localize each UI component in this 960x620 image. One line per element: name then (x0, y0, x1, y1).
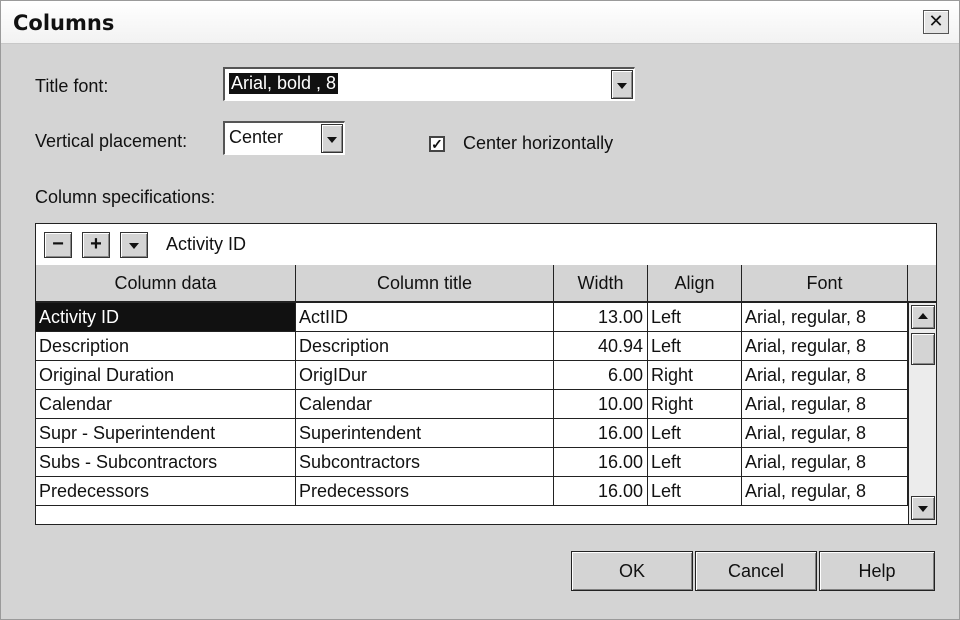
cell-width[interactable]: 13.00 (554, 303, 648, 331)
cell-font[interactable]: Arial, regular, 8 (742, 448, 908, 476)
cell-width[interactable]: 10.00 (554, 390, 648, 418)
cell-width[interactable]: 16.00 (554, 477, 648, 505)
help-button[interactable]: Help (819, 551, 935, 591)
center-horizontally-label: Center horizontally (463, 133, 614, 153)
scroll-thumb[interactable] (911, 333, 935, 365)
scroll-down-button[interactable] (911, 496, 935, 520)
title-font-combobox[interactable]: Arial, bold , 8 (223, 67, 635, 101)
cell-font[interactable]: Arial, regular, 8 (742, 303, 908, 331)
cell-font[interactable]: Arial, regular, 8 (742, 361, 908, 389)
arrow-down-icon (918, 506, 928, 512)
center-horizontally-checkbox[interactable]: ✓ (429, 136, 445, 152)
cell-column-title[interactable]: Subcontractors (296, 448, 554, 476)
title-bar[interactable]: Columns ✕ (1, 1, 959, 44)
table-row[interactable]: Predecessors Predecessors 16.00 Left Arial, … (36, 477, 908, 506)
title-font-dropdown-button[interactable] (611, 70, 633, 99)
cell-font[interactable]: Arial, regular, 8 (742, 477, 908, 505)
cell-font[interactable]: Arial, regular, 8 (742, 332, 908, 360)
current-column-edit[interactable]: Activity ID (166, 234, 246, 255)
title-font-value: Arial, bold , 8 (229, 73, 339, 94)
cancel-button[interactable]: Cancel (695, 551, 817, 591)
cell-width[interactable]: 16.00 (554, 419, 648, 447)
checkmark-icon: ✓ (431, 136, 443, 152)
column-picker-dropdown-button[interactable] (120, 232, 148, 258)
cell-align[interactable]: Left (648, 303, 742, 331)
cell-width[interactable]: 40.94 (554, 332, 648, 360)
cell-font[interactable]: Arial, regular, 8 (742, 390, 908, 418)
title-font-label-text: Title font: (35, 76, 109, 96)
cell-column-data[interactable]: Subs - Subcontractors (36, 448, 296, 476)
grid-header: Column data Column title Width Align Fon… (36, 265, 936, 303)
arrow-up-icon (918, 313, 928, 319)
header-align[interactable]: Align (648, 265, 742, 301)
cell-align[interactable]: Right (648, 390, 742, 418)
cell-column-data[interactable]: Supr - Superintendent (36, 419, 296, 447)
cell-column-data[interactable]: Predecessors (36, 477, 296, 505)
cell-width[interactable]: 16.00 (554, 448, 648, 476)
table-row[interactable]: Subs - Subcontractors Subcontractors 16.00… (36, 448, 908, 477)
remove-column-button[interactable]: − (44, 232, 72, 258)
cell-font[interactable]: Arial, regular, 8 (742, 419, 908, 447)
chevron-down-icon (617, 82, 627, 89)
header-column-title[interactable]: Column title (296, 265, 554, 301)
column-spec-toolbar: − + Activity ID (36, 224, 936, 266)
cell-column-data[interactable]: Calendar (36, 390, 296, 418)
header-column-data[interactable]: Column data (36, 265, 296, 301)
header-font[interactable]: Font (742, 265, 908, 301)
close-icon: ✕ (928, 11, 944, 32)
cell-column-title[interactable]: Predecessors (296, 477, 554, 505)
cell-column-title[interactable]: ActIID (296, 303, 554, 331)
chevron-down-icon (129, 243, 139, 249)
dialog-title: Columns (13, 11, 115, 35)
cell-width[interactable]: 6.00 (554, 361, 648, 389)
cell-column-title[interactable]: Calendar (296, 390, 554, 418)
table-row[interactable]: Activity ID ActIID 13.00 Left Arial, regular… (36, 303, 908, 332)
table-row[interactable]: Supr - Superintendent Superintendent 16.00… (36, 419, 908, 448)
close-button[interactable]: ✕ (923, 10, 949, 34)
vertical-scrollbar[interactable] (908, 303, 936, 524)
title-font-label: Title font: (35, 76, 108, 97)
cell-column-title[interactable]: Superintendent (296, 419, 554, 447)
cell-column-data[interactable]: Description (36, 332, 296, 360)
vertical-placement-combobox[interactable]: Center (223, 121, 345, 155)
scroll-up-button[interactable] (911, 305, 935, 329)
cell-column-data[interactable]: Activity ID (36, 303, 296, 331)
table-row[interactable]: Description Description 40.94 Left Arial, re… (36, 332, 908, 361)
add-column-button[interactable]: + (82, 232, 110, 258)
cell-column-title[interactable]: OrigIDur (296, 361, 554, 389)
cell-align[interactable]: Left (648, 332, 742, 360)
cell-align[interactable]: Left (648, 477, 742, 505)
header-width[interactable]: Width (554, 265, 648, 301)
vertical-placement-value: Center (229, 127, 284, 147)
columns-dialog: Columns ✕ Title font: Arial, bold , 8 Ve… (0, 0, 960, 620)
chevron-down-icon (327, 136, 337, 143)
ok-button[interactable]: OK (571, 551, 693, 591)
cell-column-title[interactable]: Description (296, 332, 554, 360)
cell-align[interactable]: Right (648, 361, 742, 389)
vertical-placement-dropdown-button[interactable] (321, 124, 343, 153)
cell-align[interactable]: Left (648, 448, 742, 476)
cell-align[interactable]: Left (648, 419, 742, 447)
table-row[interactable]: Original Duration OrigIDur 6.00 Right Arial,… (36, 361, 908, 390)
table-row[interactable]: Calendar Calendar 10.00 Right Arial, regular… (36, 390, 908, 419)
column-specifications-label: Column specifications: (35, 187, 216, 207)
cell-column-data[interactable]: Original Duration (36, 361, 296, 389)
vertical-placement-label-text: Vertical placement: (35, 131, 188, 151)
vertical-placement-label: Vertical placement: (35, 131, 187, 152)
column-specifications-grid: − + Activity ID Column data Column title… (35, 223, 937, 525)
